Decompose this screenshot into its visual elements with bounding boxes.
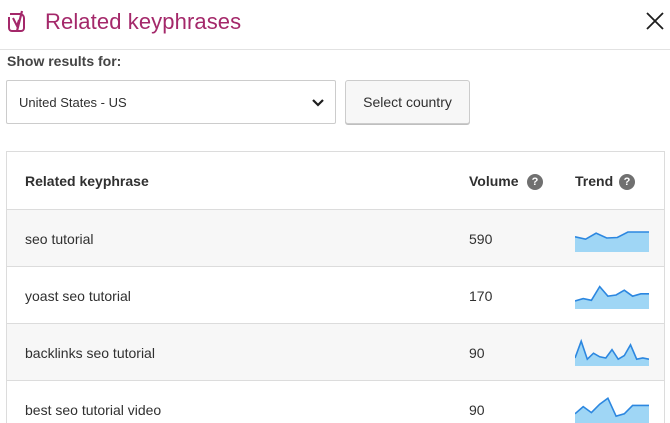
volume-help-icon[interactable]: ? <box>527 174 543 190</box>
table-row: yoast seo tutorial 170 <box>7 267 664 324</box>
trend-sparkline <box>575 285 649 309</box>
select-country-button[interactable]: Select country <box>345 80 470 124</box>
trend-sparkline <box>575 396 649 423</box>
table-row: backlinks seo tutorial 90 <box>7 324 664 381</box>
keyphrase-cell: yoast seo tutorial <box>25 288 131 304</box>
header-related-keyphrase: Related keyphrase <box>25 173 149 189</box>
trend-help-icon[interactable]: ? <box>619 174 635 190</box>
trend-area <box>575 232 649 252</box>
keyphrase-cell: best seo tutorial video <box>25 402 162 418</box>
volume-cell: 170 <box>469 288 493 304</box>
table-header: Related keyphrase Volume ? Trend ? <box>7 152 664 210</box>
show-results-label: Show results for: <box>7 53 122 69</box>
country-select[interactable]: United States - US <box>6 80 336 124</box>
header-volume: Volume <box>469 173 519 189</box>
trend-sparkline <box>575 231 649 252</box>
country-select-value: United States - US <box>19 95 127 110</box>
trend-area <box>575 286 649 309</box>
trend-sparkline <box>575 338 649 366</box>
keyphrase-cell: backlinks seo tutorial <box>25 345 155 361</box>
volume-cell: 90 <box>469 402 485 418</box>
chevron-down-icon <box>312 99 324 107</box>
keyphrase-cell: seo tutorial <box>25 231 94 247</box>
modal-header: Related keyphrases <box>0 0 670 50</box>
close-icon[interactable] <box>644 10 666 32</box>
volume-cell: 90 <box>469 345 485 361</box>
related-keyphrases-table: Related keyphrase Volume ? Trend ? seo t… <box>6 151 665 423</box>
volume-cell: 590 <box>469 231 493 247</box>
yoast-logo-icon <box>8 10 25 32</box>
trend-area <box>575 398 649 423</box>
table-row: best seo tutorial video 90 <box>7 381 664 423</box>
table-row: seo tutorial 590 <box>7 210 664 267</box>
header-trend: Trend <box>575 173 614 189</box>
modal-title: Related keyphrases <box>45 9 242 34</box>
